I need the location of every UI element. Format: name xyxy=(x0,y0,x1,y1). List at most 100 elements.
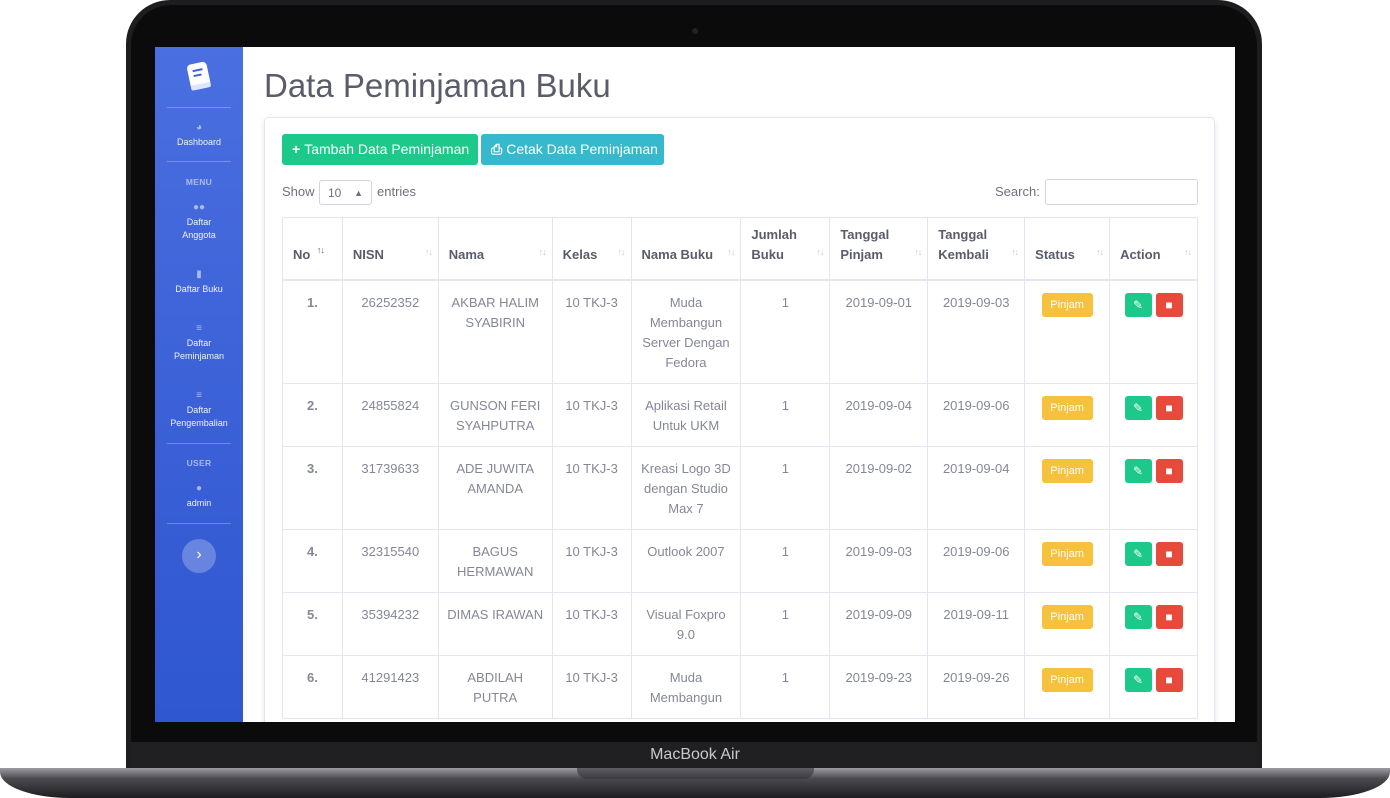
cell-nama: GUNSON FERI SYAHPUTRA xyxy=(437,382,553,447)
edit-button[interactable]: ✎ xyxy=(1124,292,1152,317)
cell-nama: ABDILAH PUTRA xyxy=(437,654,553,719)
sidebar-item-dashboard[interactable]: ◕ Dashboard xyxy=(155,123,243,149)
search-input[interactable] xyxy=(1045,179,1198,205)
column-header-tanggal-kembali[interactable]: Tanggal Kembali ↑↓ xyxy=(927,217,1026,281)
chevron-right-icon: › xyxy=(196,546,202,563)
cell-nama: ADE JUWITA AMANDA xyxy=(437,445,553,530)
column-header-label: Nama Buku xyxy=(641,246,714,262)
cell-nisn: 32315540 xyxy=(341,528,439,593)
search-label: Search: xyxy=(995,184,1040,199)
entries-select-value: 10 xyxy=(328,186,342,200)
cell-nama: BAGUS HERMAWAN xyxy=(437,528,553,593)
cell-action: ✎ ■ xyxy=(1109,445,1198,530)
cell-status: Pinjam xyxy=(1024,591,1111,656)
column-header-jumlah-buku[interactable]: Jumlah Buku ↑↓ xyxy=(740,217,831,281)
sort-icon: ↑↓ xyxy=(617,246,626,257)
cell-action: ✎ ■ xyxy=(1109,382,1198,447)
cell-tanggal-kembali: 2019-09-03 xyxy=(927,279,1026,384)
sidebar-divider xyxy=(167,443,231,444)
cell-kelas: 10 TKJ-3 xyxy=(551,528,632,593)
edit-button[interactable]: ✎ xyxy=(1124,395,1152,420)
status-badge: Pinjam xyxy=(1041,667,1093,692)
edit-button[interactable]: ✎ xyxy=(1124,604,1152,629)
status-badge: Pinjam xyxy=(1041,541,1093,566)
delete-button[interactable]: ■ xyxy=(1155,604,1183,629)
cell-nisn: 26252352 xyxy=(341,279,439,384)
sidebar-item-daftar-buku[interactable]: ▮ Daftar Buku xyxy=(155,270,243,296)
cell-jumlah: 1 xyxy=(740,279,831,384)
delete-button[interactable]: ■ xyxy=(1155,541,1183,566)
cell-nama: DIMAS IRAWAN xyxy=(437,591,553,656)
plus-icon: + xyxy=(292,141,301,157)
device-brand-label: MacBook Air xyxy=(650,746,740,763)
delete-button[interactable]: ■ xyxy=(1155,667,1183,692)
sidebar-item-label: Daftar xyxy=(186,338,212,348)
column-header-nama-buku[interactable]: Nama Buku ↑↓ xyxy=(630,217,742,281)
cell-action: ✎ ■ xyxy=(1109,591,1198,656)
edit-button[interactable]: ✎ xyxy=(1124,667,1152,692)
user-icon: ● xyxy=(195,483,203,494)
edit-button[interactable]: ✎ xyxy=(1124,541,1152,566)
cell-tanggal-kembali: 2019-09-06 xyxy=(927,528,1026,593)
sort-icon: ↑↓ xyxy=(914,246,922,257)
sidebar-toggle-button[interactable]: › xyxy=(182,539,216,573)
column-header-kelas[interactable]: Kelas ↑↓ xyxy=(551,217,632,281)
cell-status: Pinjam xyxy=(1024,528,1111,593)
trash-icon: ■ xyxy=(1165,609,1173,624)
cell-tanggal-pinjam: 2019-09-04 xyxy=(829,382,929,447)
delete-button[interactable]: ■ xyxy=(1155,292,1183,317)
cell-tanggal-kembali: 2019-09-04 xyxy=(927,445,1026,530)
column-header-nama[interactable]: Nama ↑↓ xyxy=(437,217,553,281)
dashboard-icon: ◕ xyxy=(195,122,203,133)
column-header-tanggal-pinjam[interactable]: Tanggal Pinjam ↑↓ xyxy=(829,217,929,281)
print-loan-button[interactable]: ⎙ Cetak Data Peminjaman xyxy=(481,134,664,165)
cell-tanggal-pinjam: 2019-09-09 xyxy=(829,591,929,656)
column-header-action[interactable]: Action ↑↓ xyxy=(1109,217,1198,281)
trash-icon: ■ xyxy=(1165,400,1173,415)
sidebar-divider xyxy=(167,161,231,162)
sidebar-item-daftar-anggota[interactable]: ●● Daftar Anggota xyxy=(155,203,243,242)
loans-table: No ↑↓ NISN ↑↓ Nama ↑↓ Kelas ↑↓ Nama Buku ↑↓ J… xyxy=(282,217,1198,719)
column-header-nisn[interactable]: NISN ↑↓ xyxy=(341,217,439,281)
cell-kelas: 10 TKJ-3 xyxy=(551,591,632,656)
edit-button[interactable]: ✎ xyxy=(1124,458,1152,483)
sort-icon: ↑↓ xyxy=(816,246,824,257)
cell-action: ✎ ■ xyxy=(1109,654,1198,719)
cell-tanggal-kembali: 2019-09-26 xyxy=(927,654,1026,719)
entries-select[interactable]: 10 ▲ xyxy=(319,180,372,205)
print-loan-label: Cetak Data Peminjaman xyxy=(506,141,658,157)
book-icon[interactable] xyxy=(181,59,217,95)
sidebar-item-daftar-peminjaman[interactable]: ≡ Daftar Peminjaman xyxy=(155,324,243,363)
column-header-label: Action xyxy=(1120,246,1161,262)
column-header-status[interactable]: Status ↑↓ xyxy=(1024,217,1111,281)
delete-button[interactable]: ■ xyxy=(1155,395,1183,420)
cell-tanggal-kembali: 2019-09-11 xyxy=(927,591,1026,656)
sidebar-item-label: admin xyxy=(186,498,212,508)
sidebar-heading-user: USER xyxy=(186,458,212,468)
sidebar-divider xyxy=(167,523,231,524)
sidebar-item-label: Peminjaman xyxy=(173,351,225,361)
table-row: 1. 26252352 AKBAR HALIM SYABIRIN 10 TKJ-… xyxy=(282,279,1198,384)
delete-button[interactable]: ■ xyxy=(1155,458,1183,483)
edit-icon: ✎ xyxy=(1133,546,1144,561)
column-header-no[interactable]: No ↑↓ xyxy=(282,217,343,281)
print-icon: ⎙ xyxy=(491,141,503,157)
column-header-label: Tanggal Kembali xyxy=(938,226,989,262)
cell-jumlah: 1 xyxy=(740,654,831,719)
cell-status: Pinjam xyxy=(1024,654,1111,719)
cell-nama-buku: Aplikasi Retail Untuk UKM xyxy=(630,382,742,447)
sort-icon: ↑↓ xyxy=(424,246,433,257)
sidebar-item-admin[interactable]: ● admin xyxy=(155,484,243,510)
cell-jumlah: 1 xyxy=(740,528,831,593)
status-badge: Pinjam xyxy=(1041,395,1093,420)
cell-no: 3. xyxy=(282,445,343,530)
cell-nisn: 35394232 xyxy=(341,591,439,656)
sidebar-item-daftar-pengembalian[interactable]: ≡ Daftar Pengembalian xyxy=(155,391,243,430)
table-header-row: No ↑↓ NISN ↑↓ Nama ↑↓ Kelas ↑↓ Nama Buku ↑↓ J… xyxy=(282,217,1198,281)
cell-nisn: 24855824 xyxy=(341,382,439,447)
edit-icon: ✎ xyxy=(1133,297,1144,312)
sidebar-item-label: Daftar xyxy=(186,405,212,415)
cell-tanggal-pinjam: 2019-09-23 xyxy=(829,654,929,719)
add-loan-button[interactable]: + Tambah Data Peminjaman xyxy=(282,134,478,165)
table-row: 2. 24855824 GUNSON FERI SYAHPUTRA 10 TKJ… xyxy=(282,382,1198,447)
